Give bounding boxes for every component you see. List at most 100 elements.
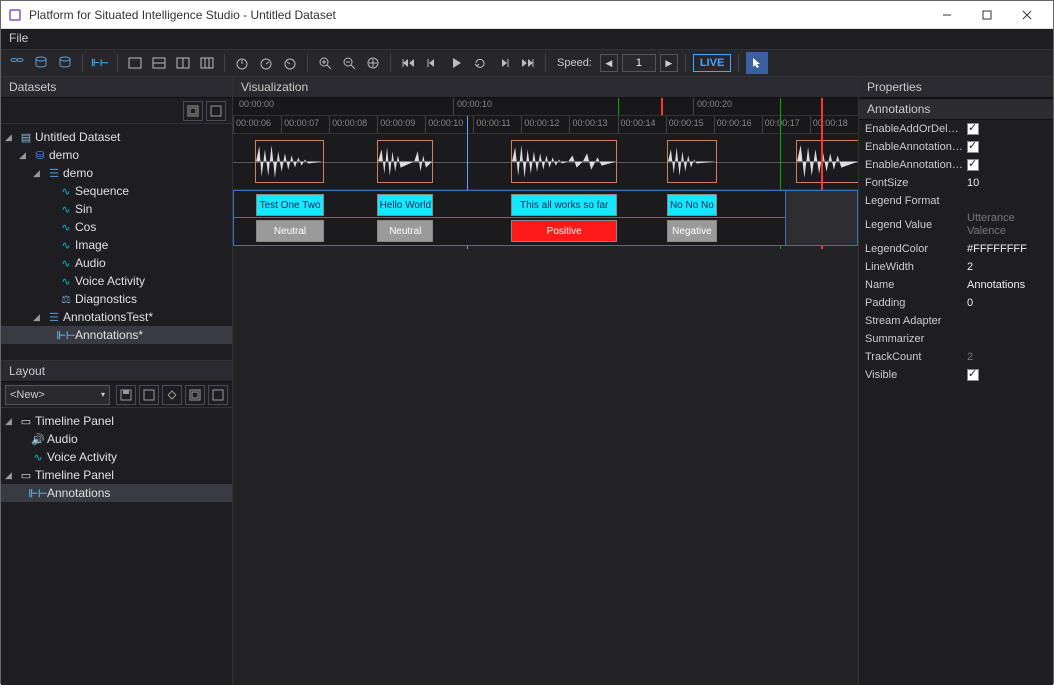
annotation-tool-icon[interactable]: ⊩⊢ bbox=[90, 53, 110, 73]
cursor-mode-button[interactable] bbox=[746, 52, 768, 74]
tree-stream[interactable]: ∿Image bbox=[1, 236, 232, 254]
tree-ann-store[interactable]: ◢☰AnnotationsTest* bbox=[1, 308, 232, 326]
property-row[interactable]: TrackCount2 bbox=[859, 348, 1053, 366]
annotation-cell[interactable]: No No No bbox=[667, 194, 717, 216]
layout-collapse-icon[interactable] bbox=[208, 385, 228, 405]
properties-section: Annotations bbox=[859, 98, 1053, 120]
layout-expand-icon[interactable] bbox=[185, 385, 205, 405]
tree-partition-label: demo bbox=[63, 166, 93, 180]
panel-layout-4-icon[interactable] bbox=[197, 53, 217, 73]
audio-track[interactable] bbox=[233, 134, 858, 190]
live-button[interactable]: LIVE bbox=[693, 54, 731, 72]
property-row[interactable]: LineWidth2 bbox=[859, 258, 1053, 276]
maximize-button[interactable] bbox=[967, 1, 1007, 29]
layout-panel-node[interactable]: ◢▭Timeline Panel bbox=[1, 412, 232, 430]
layout-select[interactable]: <New>▾ bbox=[5, 385, 110, 405]
datasets-toolbar bbox=[1, 98, 232, 124]
annotation-cell[interactable]: Positive bbox=[511, 220, 617, 242]
play-icon[interactable] bbox=[446, 53, 466, 73]
tree-stream[interactable]: ∿Audio bbox=[1, 254, 232, 272]
timing-3-icon[interactable] bbox=[280, 53, 300, 73]
tree-stream[interactable]: ∿Voice Activity bbox=[1, 272, 232, 290]
speed-down-button[interactable]: ◀ bbox=[600, 54, 618, 72]
annotation-cell[interactable]: Negative bbox=[667, 220, 717, 242]
panel-layout-2-icon[interactable] bbox=[149, 53, 169, 73]
layout-panel-node[interactable]: ◢▭Timeline Panel bbox=[1, 466, 232, 484]
tree-dataset[interactable]: ◢▤Untitled Dataset bbox=[1, 128, 232, 146]
skip-forward-icon[interactable] bbox=[518, 53, 538, 73]
minimize-button[interactable] bbox=[927, 1, 967, 29]
db-icon[interactable] bbox=[31, 53, 51, 73]
menu-file[interactable]: File bbox=[9, 31, 28, 45]
layout-item[interactable]: 🔊Audio bbox=[1, 430, 232, 448]
property-row[interactable]: Summarizer bbox=[859, 330, 1053, 348]
property-row[interactable]: EnableAnnotationValu... bbox=[859, 156, 1053, 174]
title-bar: Platform for Situated Intelligence Studi… bbox=[1, 1, 1053, 29]
property-row[interactable]: Visible bbox=[859, 366, 1053, 384]
window-title: Platform for Situated Intelligence Studi… bbox=[29, 8, 927, 22]
layout-item[interactable]: ∿Voice Activity bbox=[1, 448, 232, 466]
tree-ann-stream[interactable]: ⊩⊢Annotations* bbox=[1, 326, 232, 344]
annotation-cell[interactable]: Neutral bbox=[256, 220, 325, 242]
app-logo-icon bbox=[7, 7, 23, 23]
db2-icon[interactable] bbox=[55, 53, 75, 73]
open-dataset-icon[interactable] bbox=[7, 53, 27, 73]
layout-saveas-icon[interactable] bbox=[139, 385, 159, 405]
tree-partition[interactable]: ◢☰demo bbox=[1, 164, 232, 182]
annotation-cell[interactable]: Neutral bbox=[377, 220, 433, 242]
tree-session[interactable]: ◢⛁demo bbox=[1, 146, 232, 164]
layout-delete-icon[interactable] bbox=[162, 385, 182, 405]
menu-bar: File bbox=[1, 29, 1053, 49]
annotation-cell[interactable]: Test One Two bbox=[256, 194, 325, 216]
datasets-tree: ◢▤Untitled Dataset ◢⛁demo ◢☰demo ∿Sequen… bbox=[1, 124, 232, 360]
datasets-panel-header: Datasets bbox=[1, 77, 232, 98]
timeline-navigator[interactable]: 00:00:00 00:00:10 00:00:20 bbox=[233, 98, 858, 116]
step-back-icon[interactable] bbox=[422, 53, 442, 73]
annotations-track[interactable]: Test One Two Hello World This all works … bbox=[233, 190, 858, 246]
checkbox[interactable] bbox=[967, 159, 979, 171]
property-row[interactable]: Legend Format bbox=[859, 192, 1053, 210]
tree-stream-diagnostics[interactable]: ⚖Diagnostics bbox=[1, 290, 232, 308]
properties-panel-header: Properties bbox=[859, 77, 1053, 98]
checkbox[interactable] bbox=[967, 369, 979, 381]
checkbox[interactable] bbox=[967, 123, 979, 135]
layout-tree: ◢▭Timeline Panel 🔊Audio ∿Voice Activity … bbox=[1, 408, 232, 660]
speed-label: Speed: bbox=[557, 57, 592, 69]
timeline-ruler[interactable]: 00:00:06 00:00:07 00:00:08 00:00:09 00:0… bbox=[233, 116, 858, 134]
property-row[interactable]: Stream Adapter bbox=[859, 312, 1053, 330]
property-row[interactable]: NameAnnotations bbox=[859, 276, 1053, 294]
property-row[interactable]: LegendColor#FFFFFFFF bbox=[859, 240, 1053, 258]
tree-stream[interactable]: ∿Cos bbox=[1, 218, 232, 236]
panel-layout-3-icon[interactable] bbox=[173, 53, 193, 73]
expand-all-icon[interactable] bbox=[183, 101, 203, 121]
tree-stream[interactable]: ∿Sin bbox=[1, 200, 232, 218]
main-toolbar: ⊩⊢ Speed: ◀ 1 ▶ LIVE bbox=[1, 49, 1053, 77]
tree-dataset-label: Untitled Dataset bbox=[35, 130, 120, 144]
zoom-fit-icon[interactable] bbox=[363, 53, 383, 73]
checkbox[interactable] bbox=[967, 141, 979, 153]
panel-layout-1-icon[interactable] bbox=[125, 53, 145, 73]
speed-value[interactable]: 1 bbox=[622, 54, 656, 72]
layout-item[interactable]: ⊩⊢Annotations bbox=[1, 484, 232, 502]
tree-stream[interactable]: ∿Sequence bbox=[1, 182, 232, 200]
layout-panel-header: Layout bbox=[1, 361, 232, 382]
timing-2-icon[interactable] bbox=[256, 53, 276, 73]
property-row[interactable]: FontSize10 bbox=[859, 174, 1053, 192]
zoom-out-icon[interactable] bbox=[339, 53, 359, 73]
skip-back-icon[interactable] bbox=[398, 53, 418, 73]
property-row[interactable]: Legend ValueUtterance Valence bbox=[859, 210, 1053, 240]
property-row[interactable]: EnableAnnotationDrag bbox=[859, 138, 1053, 156]
zoom-in-icon[interactable] bbox=[315, 53, 335, 73]
property-row[interactable]: EnableAddOrDeleteAn... bbox=[859, 120, 1053, 138]
layout-save-icon[interactable] bbox=[116, 385, 136, 405]
annotation-cell[interactable]: Hello World bbox=[377, 194, 433, 216]
properties-grid: Annotations EnableAddOrDeleteAn... Enabl… bbox=[859, 98, 1053, 685]
close-button[interactable] bbox=[1007, 1, 1047, 29]
annotation-cell[interactable]: This all works so far bbox=[511, 194, 617, 216]
property-row[interactable]: Padding0 bbox=[859, 294, 1053, 312]
step-forward-icon[interactable] bbox=[494, 53, 514, 73]
collapse-all-icon[interactable] bbox=[206, 101, 226, 121]
speed-up-button[interactable]: ▶ bbox=[660, 54, 678, 72]
timing-1-icon[interactable] bbox=[232, 53, 252, 73]
repeat-icon[interactable] bbox=[470, 53, 490, 73]
